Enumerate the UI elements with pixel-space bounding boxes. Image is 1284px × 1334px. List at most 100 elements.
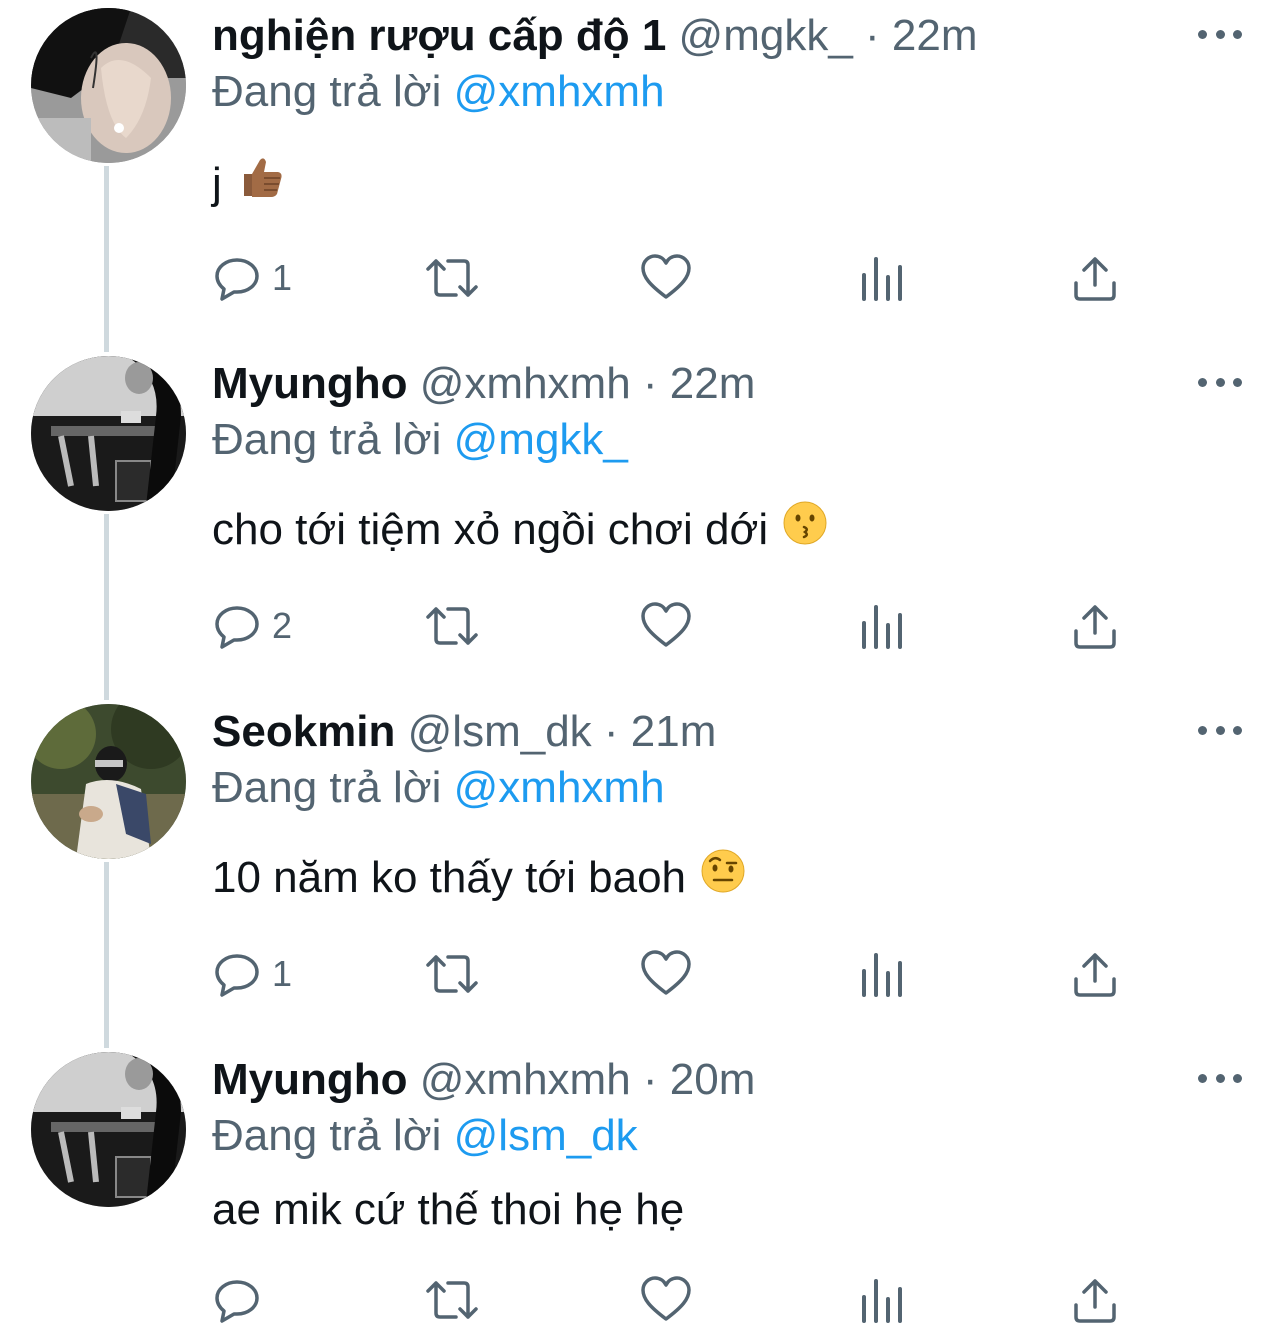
timestamp[interactable]: 22m bbox=[892, 11, 978, 60]
views-button[interactable] bbox=[860, 1272, 904, 1328]
reply-icon bbox=[215, 954, 259, 997]
tweet[interactable]: Myungho @xmhxmh · 22m Đang trả lời @mgkk… bbox=[0, 348, 1284, 688]
like-button[interactable] bbox=[640, 598, 692, 654]
tweet-text-content: cho tới tiệm xỏ ngồi chơi dới bbox=[212, 505, 769, 554]
thumbs-up-icon bbox=[236, 152, 286, 216]
like-button[interactable] bbox=[640, 1272, 692, 1328]
user-handle[interactable]: @lsm_dk bbox=[408, 707, 592, 756]
more-options-icon[interactable] bbox=[1198, 24, 1242, 44]
avatar-photo bbox=[31, 1052, 186, 1207]
retweet-icon bbox=[426, 1281, 478, 1319]
reply-count: 1 bbox=[272, 257, 293, 298]
display-name[interactable]: Myungho bbox=[212, 1055, 408, 1104]
timestamp[interactable]: 20m bbox=[670, 1055, 756, 1104]
tweet-text-content: ae mik cứ thế thoi hẹ hẹ bbox=[212, 1185, 685, 1234]
tweet-text-content: 10 năm ko thấy tới baoh bbox=[212, 853, 687, 902]
more-options-icon[interactable] bbox=[1198, 1068, 1242, 1088]
timestamp[interactable]: 22m bbox=[670, 359, 756, 408]
like-button[interactable] bbox=[640, 946, 692, 1002]
tweet-actions: 1 bbox=[212, 946, 1212, 1002]
tweet[interactable]: Myungho @xmhxmh · 20m Đang trả lời @lsm_… bbox=[0, 1044, 1284, 1334]
share-icon bbox=[1074, 953, 1116, 997]
tweet[interactable]: Seokmin @lsm_dk · 21m Đang trả lời @xmhx… bbox=[0, 696, 1284, 1036]
mention-link[interactable]: @lsm_dk bbox=[454, 1111, 638, 1160]
retweet-icon bbox=[426, 259, 478, 297]
reply-count: 2 bbox=[272, 605, 293, 646]
mention-link[interactable]: @xmhxmh bbox=[454, 67, 665, 116]
avatar[interactable] bbox=[31, 356, 186, 511]
share-button[interactable] bbox=[1072, 250, 1118, 306]
user-handle[interactable]: @xmhxmh bbox=[420, 359, 631, 408]
tweet-actions: 1 bbox=[212, 250, 1212, 306]
replying-to: Đang trả lời @xmhxmh bbox=[212, 762, 665, 814]
heart-icon bbox=[641, 950, 691, 995]
replying-to-label: Đang trả lời bbox=[212, 763, 442, 812]
share-icon bbox=[1074, 605, 1116, 649]
avatar[interactable] bbox=[31, 8, 186, 163]
user-handle[interactable]: @xmhxmh bbox=[420, 1055, 631, 1104]
separator: · bbox=[603, 707, 619, 756]
tweet-header: Myungho @xmhxmh · 22m bbox=[212, 358, 755, 410]
tweet-header: Myungho @xmhxmh · 20m bbox=[212, 1054, 755, 1106]
analytics-icon bbox=[862, 605, 902, 649]
replying-to-label: Đang trả lời bbox=[212, 415, 442, 464]
replying-to: Đang trả lời @lsm_dk bbox=[212, 1110, 638, 1162]
share-button[interactable] bbox=[1072, 1272, 1118, 1328]
analytics-icon bbox=[862, 953, 902, 997]
views-button[interactable] bbox=[860, 598, 904, 654]
heart-icon bbox=[641, 1276, 691, 1321]
avatar-photo bbox=[31, 704, 186, 859]
share-button[interactable] bbox=[1072, 946, 1118, 1002]
timestamp[interactable]: 21m bbox=[631, 707, 717, 756]
avatar-photo bbox=[31, 356, 186, 511]
raised-eyebrow-face-icon bbox=[700, 848, 746, 908]
analytics-icon bbox=[862, 257, 902, 301]
share-icon bbox=[1074, 257, 1116, 301]
display-name[interactable]: Myungho bbox=[212, 359, 408, 408]
retweet-icon bbox=[426, 607, 478, 645]
retweet-icon bbox=[426, 955, 478, 993]
views-button[interactable] bbox=[860, 250, 904, 306]
share-button[interactable] bbox=[1072, 598, 1118, 654]
separator: · bbox=[642, 1055, 658, 1104]
avatar-photo bbox=[31, 8, 186, 163]
user-handle[interactable]: @mgkk_ bbox=[679, 11, 853, 60]
tweet-header: Seokmin @lsm_dk · 21m bbox=[212, 706, 716, 758]
more-options-icon[interactable] bbox=[1198, 372, 1242, 392]
retweet-button[interactable] bbox=[424, 250, 480, 306]
more-options-icon[interactable] bbox=[1198, 720, 1242, 740]
tweet-actions bbox=[212, 1272, 1212, 1328]
separator: · bbox=[642, 359, 658, 408]
reply-count: 1 bbox=[272, 953, 293, 994]
display-name[interactable]: nghiện rượu cấp độ 1 bbox=[212, 11, 666, 60]
retweet-button[interactable] bbox=[424, 598, 480, 654]
tweet-text-content: j bbox=[212, 159, 222, 208]
reply-icon bbox=[215, 1280, 259, 1323]
kissing-face-icon bbox=[782, 500, 828, 560]
reply-button[interactable]: 2 bbox=[212, 598, 292, 654]
heart-icon bbox=[641, 602, 691, 647]
tweet-text: ae mik cứ thế thoi hẹ hẹ bbox=[212, 1182, 684, 1238]
reply-icon bbox=[215, 606, 259, 649]
share-icon bbox=[1074, 1279, 1116, 1323]
mention-link[interactable]: @xmhxmh bbox=[454, 763, 665, 812]
tweet-header: nghiện rượu cấp độ 1 @mgkk_ · 22m bbox=[212, 10, 978, 62]
reply-button[interactable]: 1 bbox=[212, 250, 292, 306]
reply-button[interactable] bbox=[212, 1272, 272, 1328]
reply-button[interactable]: 1 bbox=[212, 946, 292, 1002]
avatar[interactable] bbox=[31, 704, 186, 859]
avatar[interactable] bbox=[31, 1052, 186, 1207]
heart-icon bbox=[641, 254, 691, 299]
tweet[interactable]: nghiện rượu cấp độ 1 @mgkk_ · 22m Đang t… bbox=[0, 0, 1284, 340]
tweet-text: cho tới tiệm xỏ ngồi chơi dới bbox=[212, 500, 828, 560]
retweet-button[interactable] bbox=[424, 946, 480, 1002]
tweet-actions: 2 bbox=[212, 598, 1212, 654]
tweet-text: j bbox=[212, 152, 286, 216]
mention-link[interactable]: @mgkk_ bbox=[454, 415, 628, 464]
analytics-icon bbox=[862, 1279, 902, 1323]
like-button[interactable] bbox=[640, 250, 692, 306]
reply-icon bbox=[215, 258, 259, 301]
display-name[interactable]: Seokmin bbox=[212, 707, 395, 756]
retweet-button[interactable] bbox=[424, 1272, 480, 1328]
views-button[interactable] bbox=[860, 946, 904, 1002]
